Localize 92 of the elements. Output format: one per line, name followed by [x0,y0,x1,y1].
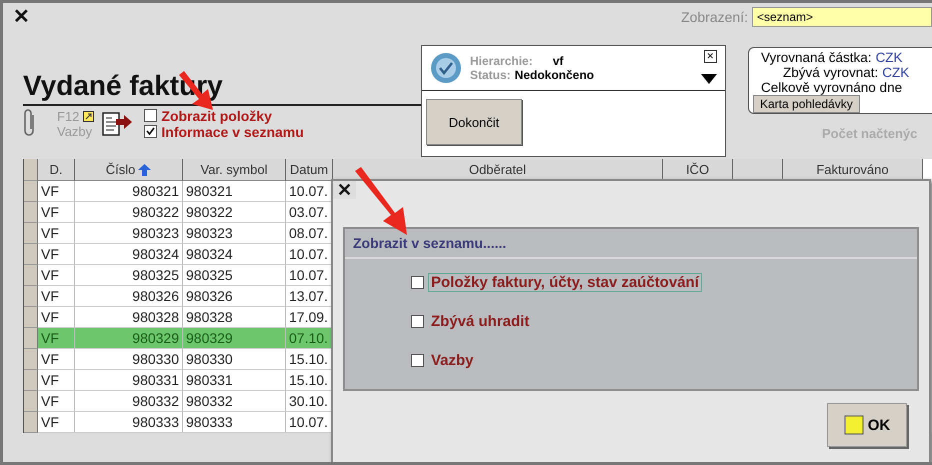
table-cell: VF [38,223,75,244]
shortcut-label: F12 [57,108,80,124]
checkbox[interactable] [144,109,158,122]
view-field[interactable]: <seznam> [752,7,932,27]
balance-value: CZK [876,50,903,65]
table-cell: 980322 [183,202,286,223]
row-handle[interactable] [24,202,38,223]
status-value: Nedokončeno [514,68,594,82]
row-handle[interactable] [24,370,38,391]
row-handle[interactable] [24,265,38,286]
balance-label: Zbývá vyrovnat: [783,65,878,80]
table-cell: VF [38,370,75,391]
table-cell: 980323 [183,223,286,244]
hierarchy-label: Hierarchie: [470,54,533,68]
row-handle[interactable] [24,223,38,244]
table-cell: 980331 [75,370,183,391]
table-cell: 980324 [183,244,286,265]
row-handle[interactable] [24,328,38,349]
table-cell: 980324 [75,244,183,265]
dropdown-icon[interactable] [701,74,717,84]
view-label: Zobrazení: [681,9,748,25]
column-header[interactable] [733,159,783,181]
status-badge-icon [430,52,462,84]
column-header[interactable]: Var. symbol [183,159,286,181]
table-cell: 980321 [75,181,183,202]
balance-label: Vyrovnaná částka: [761,50,872,65]
close-button[interactable]: ✕ [704,50,717,63]
checkbox[interactable] [411,315,424,328]
table-cell: 980328 [75,307,183,328]
table-cell: 980326 [183,286,286,307]
table-cell: 980325 [183,265,286,286]
dialog-heading: Zobrazit v seznamu...... [345,229,917,259]
table-cell: VF [38,181,75,202]
table-cell: 980322 [75,202,183,223]
table-cell: 07.10. [286,328,333,349]
row-handle[interactable] [24,159,38,181]
row-handle[interactable] [24,286,38,307]
square-icon [844,415,864,435]
column-header[interactable]: Datum [286,159,333,181]
table-cell: 980321 [183,181,286,202]
column-header[interactable]: Číslo [75,159,183,181]
option-label: Zbývá uhradit [430,312,530,331]
table-cell: 980333 [183,412,286,433]
row-handle[interactable] [24,412,38,433]
column-header[interactable]: Odběratel [333,159,663,181]
row-handle[interactable] [24,391,38,412]
table-cell: VF [38,349,75,370]
ok-button[interactable]: OK [827,403,907,447]
option-label: Zobrazit položky [161,108,272,124]
row-handle[interactable] [24,244,38,265]
table-cell: 980333 [75,412,183,433]
table-cell: 980328 [183,307,286,328]
balance-label: Celkově vyrovnáno dne [761,80,902,95]
checkbox[interactable] [411,354,424,367]
checkbox[interactable] [411,276,424,289]
column-header[interactable]: IČO [663,159,733,181]
table-cell: VF [38,244,75,265]
table-cell: 980330 [183,349,286,370]
table-cell: VF [38,202,75,223]
finish-button[interactable]: Dokončit [426,99,522,145]
table-cell: 980330 [75,349,183,370]
table-cell: 980329 [183,328,286,349]
table-cell: 980332 [183,391,286,412]
table-cell: 980326 [75,286,183,307]
status-label: Status: [470,68,511,82]
option-label: Vazby [430,351,475,370]
table-cell: VF [38,328,75,349]
table-cell: VF [38,286,75,307]
option-label: Informace v seznamu [161,124,304,140]
shortcut-icon[interactable] [83,110,94,122]
row-handle[interactable] [24,181,38,202]
table-cell: 980332 [75,391,183,412]
row-handle[interactable] [24,307,38,328]
balance-value: CZK [882,65,910,80]
receivable-card-button[interactable]: Karta pohledávky [753,95,860,113]
hierarchy-value: vf [552,54,564,68]
table-cell: 980323 [75,223,183,244]
annotation-arrow [355,167,407,235]
table-cell: 980329 [75,328,183,349]
table-cell: 980325 [75,265,183,286]
close-button[interactable]: ✕ [333,181,356,199]
table-cell: VF [38,265,75,286]
links-label: Vazby [57,124,94,139]
checkbox[interactable] [144,125,158,138]
row-handle[interactable] [24,349,38,370]
table-cell: 980331 [183,370,286,391]
option-label: Položky faktury, účty, stav zaúčtování [428,273,702,292]
table-cell: VF [38,391,75,412]
column-header[interactable]: Fakturováno [783,159,923,181]
table-cell: VF [38,307,75,328]
table-cell: VF [38,412,75,433]
column-header[interactable]: D. [38,159,75,181]
